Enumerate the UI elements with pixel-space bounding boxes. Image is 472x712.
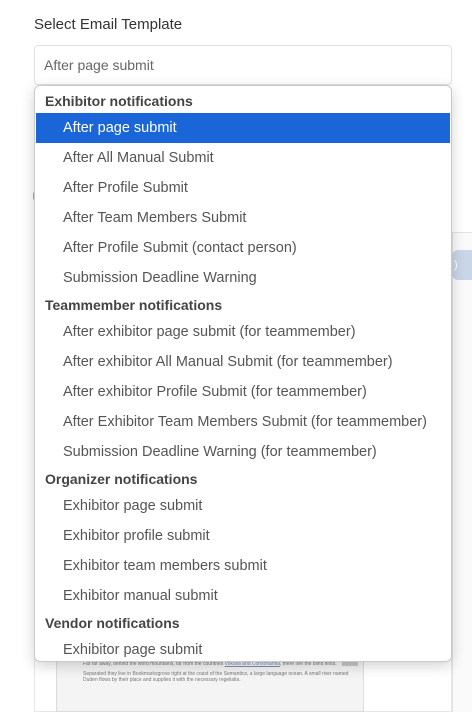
dropdown-option[interactable]: After All Manual Submit [35, 143, 451, 173]
background-side-button[interactable]: ) [452, 250, 472, 280]
dropdown-option-selected[interactable]: After page submit [36, 113, 450, 143]
option-group-label: Vendor notifications [45, 615, 180, 631]
dropdown-option[interactable]: Exhibitor profile submit [35, 521, 451, 551]
dropdown-option[interactable]: Exhibitor page submit [35, 491, 451, 521]
dropdown-option[interactable]: Exhibitor manual submit [35, 581, 451, 611]
dropdown-option[interactable]: Submission Deadline Warning (for teammem… [35, 437, 451, 467]
background-side-panel [452, 232, 472, 712]
dropdown-option[interactable]: After Team Members Submit [35, 203, 451, 233]
email-template-dropdown: Exhibitor notifications After page submit… [34, 85, 452, 662]
preview-text-3: Separated they live in Bookmarksgrove ri… [83, 671, 349, 683]
dropdown-option[interactable]: Exhibitor team members submit [35, 551, 451, 581]
dropdown-option[interactable]: After Profile Submit (contact person) [35, 233, 451, 263]
option-group-label: Exhibitor notifications [45, 93, 193, 109]
dropdown-option[interactable]: Exhibitor page submit [35, 635, 451, 661]
dropdown-option[interactable]: After Exhibitor Team Members Submit (for… [35, 407, 451, 437]
option-group-label: Organizer notifications [45, 471, 198, 487]
dropdown-option[interactable]: After Profile Submit [35, 173, 451, 203]
dropdown-option[interactable]: After exhibitor Profile Submit (for team… [35, 377, 451, 407]
select-email-template-label: Select Email Template [34, 16, 183, 33]
dropdown-option[interactable]: Submission Deadline Warning [35, 263, 451, 293]
email-template-select[interactable]: After page submit [34, 45, 452, 85]
dropdown-option[interactable]: After exhibitor All Manual Submit (for t… [35, 347, 451, 377]
dropdown-option[interactable]: After exhibitor page submit (for teammem… [35, 317, 451, 347]
option-group-label: Teammember notifications [45, 297, 223, 313]
